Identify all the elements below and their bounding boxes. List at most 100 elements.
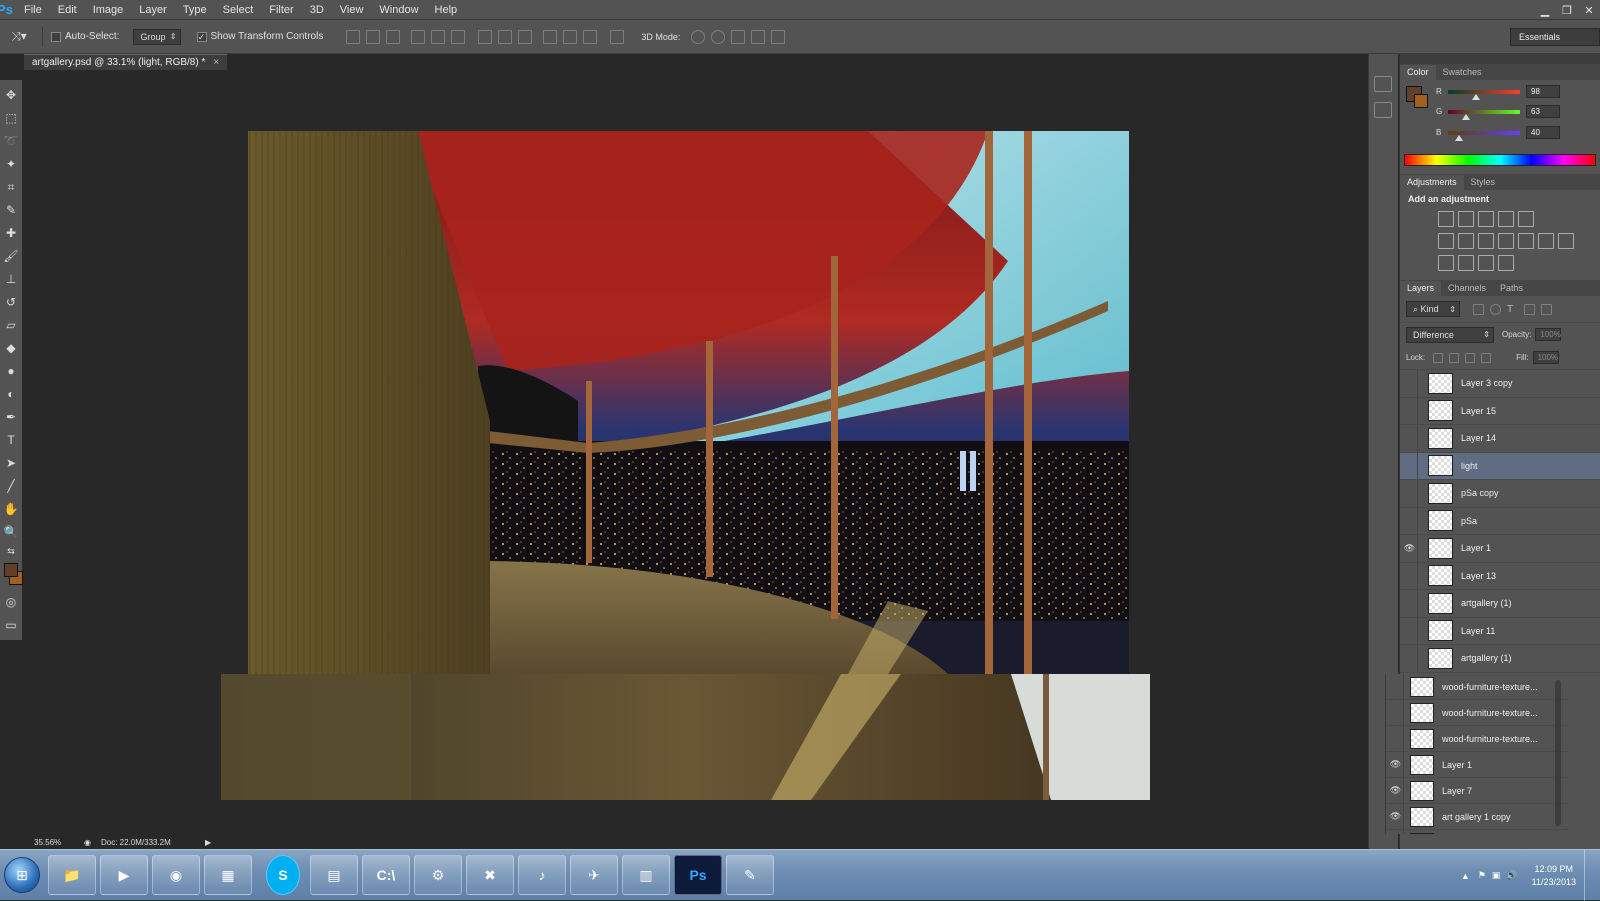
layer-row[interactable]: wood-furniture-texture... — [1386, 699, 1568, 726]
auto-align-icon[interactable] — [610, 29, 625, 44]
filter-shape-icon[interactable] — [1524, 303, 1535, 315]
align-top-icon[interactable] — [346, 29, 361, 44]
layer-row[interactable]: wood-furniture-texture... — [1386, 674, 1568, 700]
green-slider-thumb[interactable] — [1461, 113, 1470, 120]
close-icon[interactable]: ✕ — [1578, 0, 1600, 20]
marquee-tool-icon[interactable]: ⬚ — [2, 107, 20, 129]
minimize-icon[interactable]: ▁ — [1534, 0, 1556, 20]
tray-expand-icon[interactable]: ▲ — [1461, 871, 1470, 881]
dodge-tool-icon[interactable]: ◐ — [2, 383, 20, 405]
layer-row[interactable]: Layer 11 — [1400, 617, 1600, 645]
3d-slide-icon[interactable] — [751, 29, 766, 44]
layer-row[interactable]: artgallery (1) — [1400, 644, 1600, 673]
properties-panel-icon[interactable] — [1374, 102, 1392, 118]
layer-row[interactable]: Layer 15 — [1400, 397, 1600, 425]
curves-icon[interactable] — [1478, 211, 1494, 227]
layer-visibility-icon[interactable] — [1402, 452, 1418, 480]
layers-scrollbar[interactable] — [1555, 680, 1561, 826]
exposure-icon[interactable] — [1498, 211, 1514, 227]
layer-visibility-icon[interactable] — [1402, 617, 1418, 645]
levels-icon[interactable] — [1458, 211, 1474, 227]
distribute-left-icon[interactable] — [543, 29, 558, 44]
canvas-lower-layer[interactable] — [221, 674, 1150, 800]
volume-icon[interactable]: 🔊 — [1506, 870, 1517, 881]
crop-tool-icon[interactable]: ⌗ — [2, 176, 20, 198]
path-selection-tool-icon[interactable]: ➤ — [2, 452, 20, 474]
distribute-bottom-icon[interactable] — [518, 29, 533, 44]
tab-paths[interactable]: Paths — [1493, 281, 1530, 296]
align-right-icon[interactable] — [451, 29, 466, 44]
line-tool-icon[interactable]: ╱ — [2, 475, 20, 497]
layer-row[interactable]: pSa — [1400, 507, 1600, 535]
layer-row[interactable]: 👁 Layer 1 — [1386, 751, 1568, 778]
workspace-switcher[interactable]: Essentials — [1510, 28, 1600, 46]
distribute-right-icon[interactable] — [583, 29, 598, 44]
taskbar-app-vm-icon[interactable]: ▤ — [310, 855, 358, 895]
layer-visibility-icon[interactable] — [1402, 397, 1418, 425]
layer-row[interactable]: wood-furniture-texture... — [1386, 725, 1568, 752]
lock-transparent-icon[interactable] — [1433, 352, 1444, 363]
color-spectrum-bar[interactable] — [1404, 154, 1596, 166]
layer-visibility-icon[interactable] — [1388, 674, 1404, 700]
tab-color[interactable]: Color — [1400, 65, 1436, 80]
selective-color-icon[interactable] — [1478, 255, 1494, 271]
status-menu-icon[interactable]: ▶ — [205, 838, 211, 847]
invert-icon[interactable] — [1558, 233, 1574, 249]
menu-select[interactable]: Select — [215, 0, 262, 20]
layer-visibility-icon[interactable] — [1402, 424, 1418, 452]
gradient-map-icon[interactable] — [1498, 255, 1514, 271]
layer-row[interactable]: artgallery (1) — [1400, 589, 1600, 618]
taskbar-app-s-icon[interactable]: S — [266, 855, 300, 895]
screen-mode-icon[interactable]: ▭ — [2, 614, 20, 636]
taskbar-app-chrome-icon[interactable]: ◉ — [152, 855, 200, 895]
taskbar-app-dota-icon[interactable]: ✖ — [466, 855, 514, 895]
layer-visibility-icon[interactable] — [1402, 369, 1418, 397]
color-lookup-icon[interactable] — [1538, 233, 1554, 249]
3d-drag-icon[interactable] — [731, 29, 746, 44]
tab-styles[interactable]: Styles — [1464, 175, 1503, 190]
show-transform-controls-checkbox[interactable]: ✓ Show Transform Controls — [196, 31, 323, 42]
threshold-icon[interactable] — [1458, 255, 1474, 271]
layer-row[interactable]: 👁 art gallery 1 copy — [1386, 803, 1568, 830]
taskbar-app-paint-icon[interactable]: ✎ — [726, 855, 774, 895]
swap-colors-icon[interactable]: ⇆ — [2, 544, 20, 558]
layer-row[interactable]: pSa copy — [1400, 479, 1600, 508]
pen-tool-icon[interactable]: ✒ — [2, 406, 20, 428]
move-tool-icon[interactable]: ⤨▾ — [4, 29, 34, 44]
color-balance-icon[interactable] — [1458, 233, 1474, 249]
tray-app-icon[interactable]: ▣ — [1492, 870, 1501, 881]
layer-visibility-icon[interactable] — [1388, 699, 1404, 726]
lasso-tool-icon[interactable]: ➰ — [2, 130, 20, 152]
distribute-vcenter-icon[interactable] — [498, 29, 513, 44]
taskbar-app-winrar-icon[interactable]: ▥ — [622, 855, 670, 895]
layer-visibility-icon[interactable]: 👁 — [1402, 534, 1418, 562]
fill-input[interactable]: 100% — [1532, 351, 1559, 364]
layer-visibility-icon[interactable]: 👁 — [1388, 751, 1404, 778]
layer-row[interactable]: Layer 13 — [1400, 562, 1600, 590]
status-info-icon[interactable]: ◉ — [84, 838, 91, 847]
layer-visibility-icon[interactable]: 👁 — [1388, 777, 1404, 804]
align-hcenter-icon[interactable] — [431, 29, 446, 44]
layer-visibility-icon[interactable]: 👁 — [1388, 803, 1404, 830]
layer-visibility-icon[interactable] — [1402, 644, 1418, 672]
vibrance-icon[interactable] — [1518, 211, 1534, 227]
taskbar-app-media-icon[interactable]: ▶ — [100, 855, 148, 895]
move-tool-icon[interactable]: ✥ — [2, 84, 20, 106]
history-panel-icon[interactable] — [1374, 76, 1392, 92]
paint-bucket-tool-icon[interactable]: ◆ — [2, 337, 20, 359]
document-tab[interactable]: artgallery.psd @ 33.1% (light, RGB/8) * … — [24, 54, 228, 70]
network-icon[interactable]: ⚑ — [1478, 870, 1486, 881]
lock-position-icon[interactable] — [1465, 352, 1476, 363]
filter-pixel-icon[interactable] — [1473, 303, 1484, 315]
red-slider-thumb[interactable] — [1471, 93, 1480, 100]
blue-slider[interactable] — [1448, 130, 1520, 141]
green-value-input[interactable]: 63 — [1526, 105, 1560, 118]
menu-3d[interactable]: 3D — [302, 0, 332, 20]
restore-icon[interactable]: ❐ — [1556, 0, 1578, 20]
zoom-tool-icon[interactable]: 🔍 — [2, 521, 20, 543]
layer-row[interactable]: light — [1400, 452, 1600, 480]
healing-brush-tool-icon[interactable]: ✚ — [2, 222, 20, 244]
blend-mode-dropdown[interactable]: Difference — [1406, 326, 1494, 343]
filter-smart-object-icon[interactable] — [1541, 303, 1552, 315]
menu-file[interactable]: File — [16, 0, 50, 20]
